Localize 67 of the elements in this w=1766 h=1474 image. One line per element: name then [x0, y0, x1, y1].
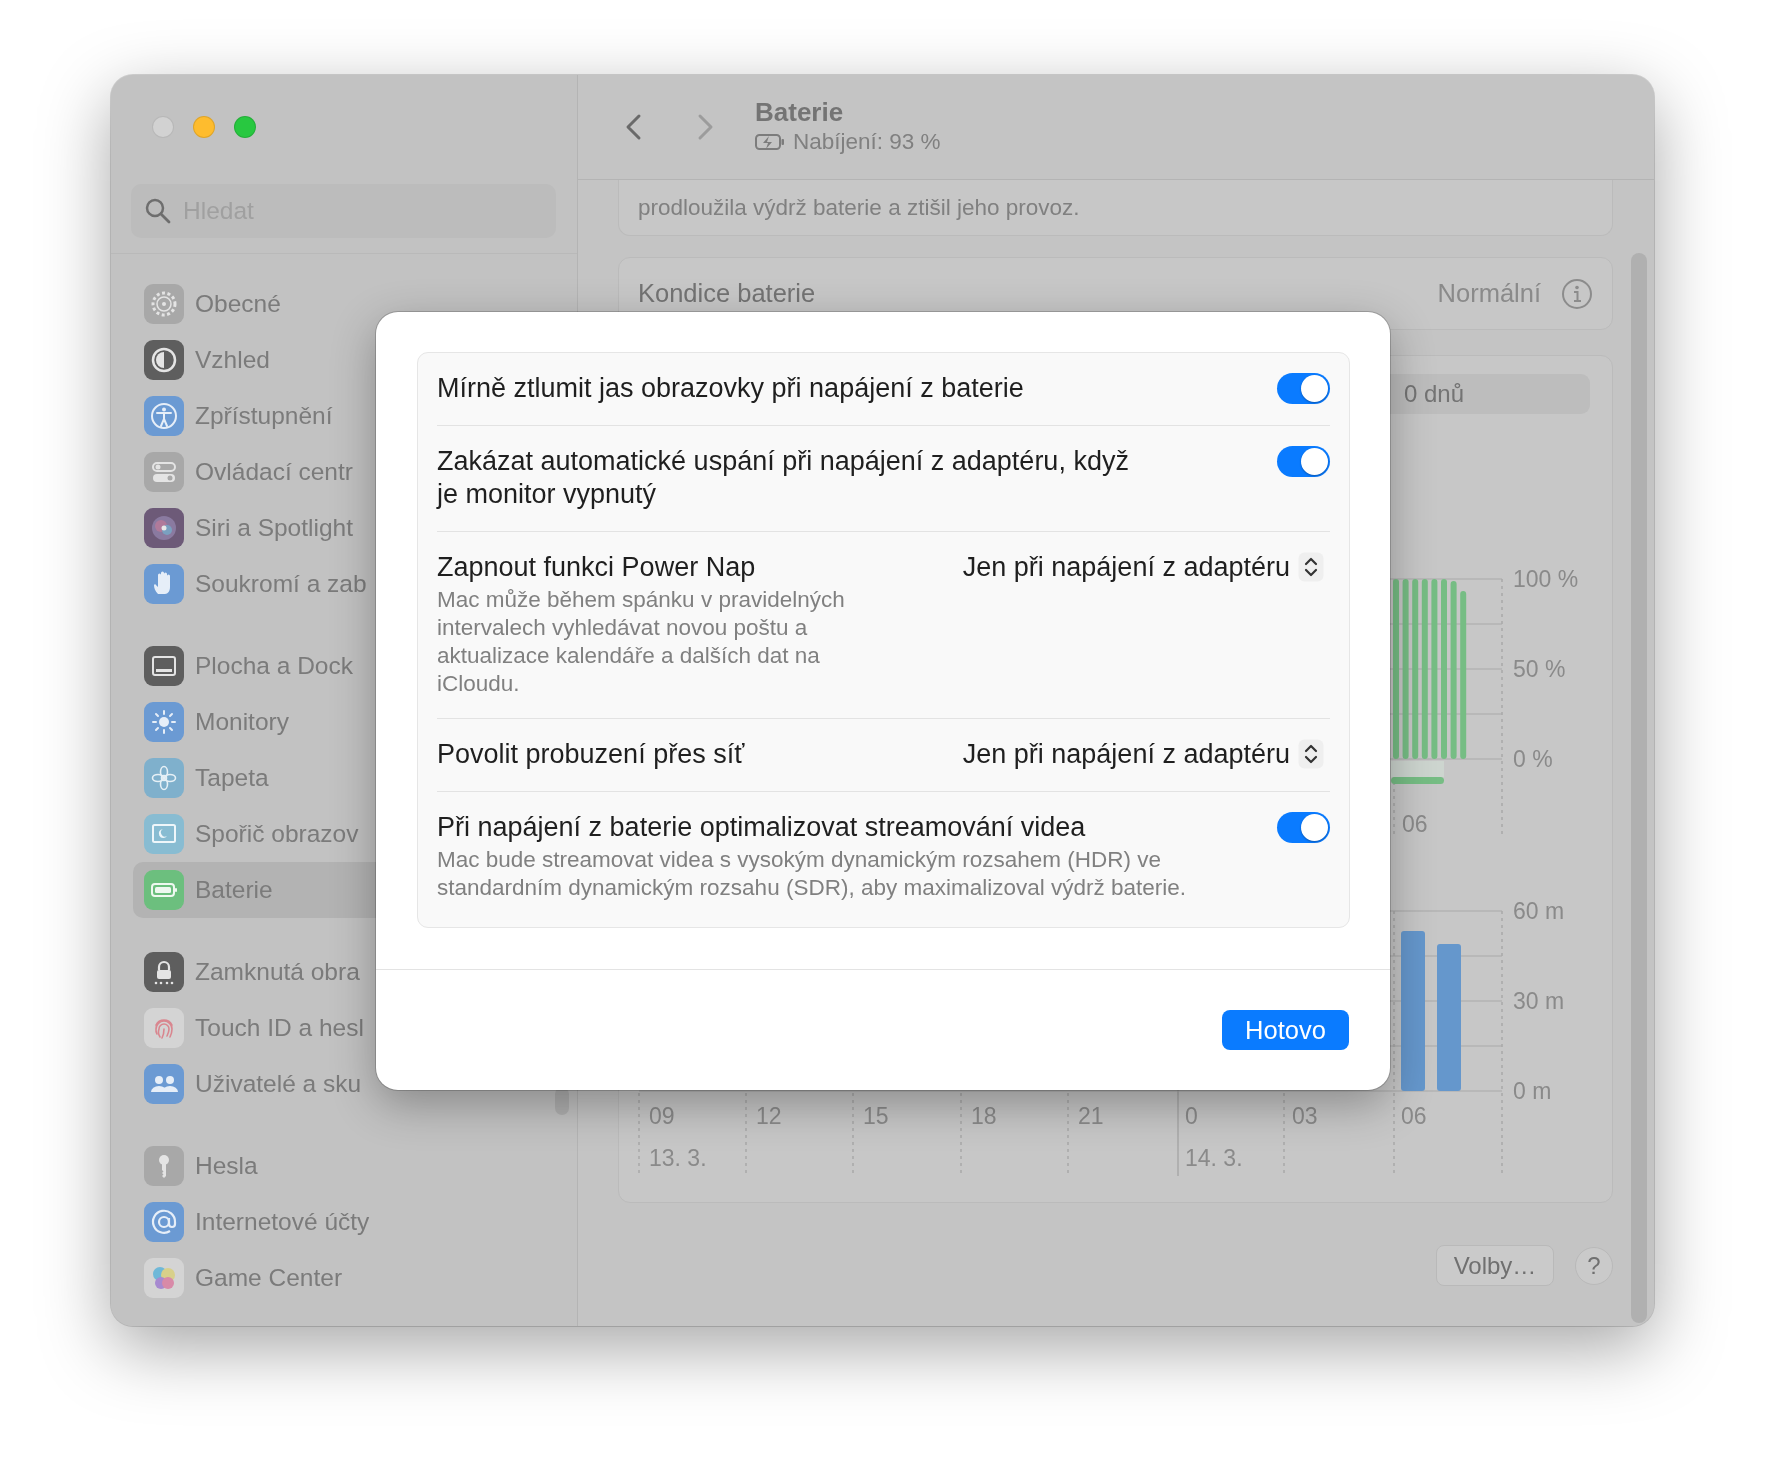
minimize-button[interactable]: [193, 116, 215, 138]
health-label: Kondice baterie: [638, 279, 817, 308]
fingerprint-icon: [144, 1008, 184, 1048]
gear-icon: [144, 284, 184, 324]
setting-title: Povolit probuzení přes síť: [437, 738, 746, 771]
info-card: prodloužila výdrž baterie a ztišil jeho provoz.: [618, 180, 1613, 236]
setting-title: Zakázat automatické uspání při napájení z adaptéru, když je monitor vypnutý: [437, 445, 1130, 511]
dock-window-icon: [144, 646, 184, 686]
hand-icon: [144, 564, 184, 604]
toggle-switch[interactable]: [1277, 446, 1330, 477]
date-label: 13. 3.: [649, 1145, 707, 1171]
battery-icon: [144, 870, 184, 910]
setting-title: Zapnout funkci Power Nap: [437, 551, 757, 584]
sun-icon: [144, 702, 184, 742]
axis-label: 50 %: [1513, 656, 1566, 682]
axis-label: 100 %: [1513, 566, 1579, 592]
bubbles-icon: [144, 1258, 184, 1298]
charge-status: Nabíjení: 93 %: [793, 128, 941, 156]
updown-chevron-icon: [1298, 552, 1324, 582]
zoom-button[interactable]: [234, 116, 256, 138]
sidebar-item[interactable]: Hesla: [133, 1138, 555, 1194]
orb-icon: [144, 508, 184, 548]
popup-button[interactable]: Jen při napájení z adaptéru: [962, 551, 1324, 583]
accessibility-icon: [144, 396, 184, 436]
axis-label: 18: [971, 1103, 997, 1129]
setting-title: Při napájení z baterie optimalizovat streamování videa: [437, 811, 1087, 844]
axis-label: 60 m: [1513, 898, 1565, 924]
help-button[interactable]: ?: [1575, 1246, 1613, 1285]
axis-label: 30 m: [1513, 988, 1565, 1014]
axis-label: 0: [1185, 1103, 1198, 1129]
close-button[interactable]: [152, 116, 174, 138]
page-title: Baterie: [755, 97, 845, 127]
axis-label: 0 %: [1513, 746, 1553, 772]
battery-charging-icon: [755, 133, 785, 151]
info-icon[interactable]: [1561, 277, 1593, 310]
search-icon: [143, 196, 173, 226]
toggle-switch[interactable]: [1277, 812, 1330, 843]
health-value: Normální: [1437, 279, 1541, 308]
sidebar-item[interactable]: Obecné: [133, 276, 555, 332]
sidebar-item[interactable]: Internetové účty: [133, 1194, 555, 1250]
axis-label: 0 m: [1513, 1078, 1552, 1104]
lock-icon: [144, 952, 184, 992]
axis-label: 06: [1402, 811, 1428, 837]
axis-label: 06: [1401, 1103, 1427, 1129]
sidebar-item[interactable]: Game Center: [133, 1250, 555, 1306]
axis-label: 03: [1292, 1103, 1318, 1129]
done-button[interactable]: Hotovo: [1222, 1010, 1349, 1050]
screen-moon-icon: [144, 814, 184, 854]
setting-title: Mírně ztlumit jas obrazovky při napájení z baterie: [437, 372, 1025, 405]
toggles-icon: [144, 452, 184, 492]
axis-label: 09: [649, 1103, 675, 1129]
people-icon: [144, 1064, 184, 1104]
toggle-switch[interactable]: [1277, 373, 1330, 404]
popup-button[interactable]: Jen při napájení z adaptéru: [962, 738, 1324, 770]
setting-description: Mac může během spánku v pravidelných intervalech vyhledávat novou poštu a aktualizace kalendáře a dalších dat na iCloudu.: [437, 586, 846, 698]
scrollbar[interactable]: [1631, 253, 1647, 1323]
contrast-icon: [144, 340, 184, 380]
charging-bar: [1391, 761, 1444, 784]
date-label: 14. 3.: [1185, 1145, 1243, 1171]
axis-label: 21: [1078, 1103, 1104, 1129]
axis-label: 15: [863, 1103, 889, 1129]
flower-icon: [144, 758, 184, 798]
axis-label: 12: [756, 1103, 782, 1129]
key-icon: [144, 1146, 184, 1186]
updown-chevron-icon: [1298, 739, 1324, 769]
options-button[interactable]: Volby…: [1436, 1245, 1554, 1286]
at-sign-icon: [144, 1202, 184, 1242]
